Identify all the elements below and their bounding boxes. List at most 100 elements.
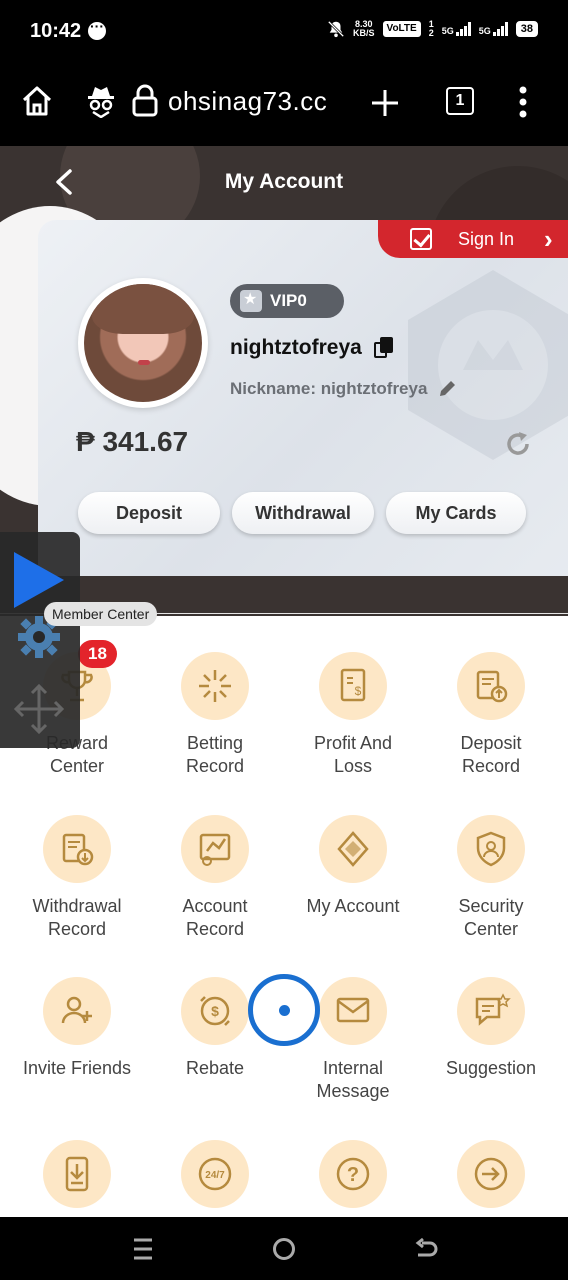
avatar[interactable]	[78, 278, 208, 408]
tile-label: Profit And Loss	[313, 733, 393, 776]
tab-switcher-button[interactable]: 1	[446, 87, 474, 115]
svg-text:$: $	[211, 1003, 219, 1019]
sim-indicator: 12	[429, 20, 434, 38]
system-nav-bar	[0, 1217, 568, 1280]
tile-label: Suggestion	[445, 1058, 537, 1078]
sign-in-button[interactable]: Sign In ›	[378, 220, 568, 258]
profit-icon: $	[319, 652, 387, 720]
tile-security-center[interactable]: Security Center	[422, 815, 560, 941]
volte-badge: VoLTE	[382, 21, 421, 37]
browser-toolbar: ohsinag73.cc 1	[0, 62, 568, 146]
member-center-label: Member Center	[44, 602, 158, 626]
notification-count-badge: 18	[78, 640, 117, 668]
tile-support[interactable]: 24/7	[146, 1140, 284, 1208]
vip-badge[interactable]: VIP0	[230, 284, 344, 318]
home-icon[interactable]	[20, 84, 54, 118]
tile-invite-friends[interactable]: Invite Friends	[8, 977, 146, 1080]
chat-notification-icon	[88, 18, 106, 40]
account-record-icon	[181, 815, 249, 883]
tile-label: Deposit Record	[460, 733, 522, 776]
svg-text:24/7: 24/7	[205, 1170, 225, 1181]
tile-account-record[interactable]: Account Record	[146, 815, 284, 941]
tile-help[interactable]: ?	[284, 1140, 422, 1208]
incognito-icon[interactable]	[86, 84, 116, 118]
status-bar: 10:42 8.30KB/S VoLTE 12 5G 5G 38	[0, 0, 568, 62]
tile-label: Invite Friends	[22, 1058, 132, 1078]
svg-text:$: $	[355, 684, 362, 698]
signal-bars-icon	[455, 22, 471, 36]
vip-star-icon	[240, 289, 262, 312]
mute-icon	[327, 20, 345, 38]
invite-icon	[43, 977, 111, 1045]
battery-icon: 38	[515, 21, 538, 37]
vip-medal-watermark-icon	[408, 270, 568, 460]
tile-withdrawal-record[interactable]: Withdrawal Record	[8, 815, 146, 941]
tile-logout[interactable]	[422, 1140, 560, 1208]
deposit-record-icon	[457, 652, 525, 720]
page-title: My Account	[224, 170, 344, 193]
signal-2-label: 5G	[478, 26, 491, 36]
more-menu-icon[interactable]	[516, 86, 530, 118]
floating-toolbar	[0, 532, 80, 748]
move-arrows-icon[interactable]	[12, 682, 66, 736]
tile-label: Internal Message	[316, 1058, 390, 1101]
status-time: 10:42	[30, 20, 82, 42]
balance-amount: ₱ 341.67	[76, 426, 189, 457]
username-row: nightztofreya	[230, 336, 394, 360]
rebate-icon: $	[181, 977, 249, 1045]
new-tab-icon[interactable]	[370, 88, 400, 118]
tile-profit-and-loss[interactable]: $ Profit And Loss	[284, 652, 422, 778]
tile-betting-record[interactable]: Betting Record	[146, 652, 284, 778]
floating-action-button[interactable]	[248, 974, 320, 1046]
tile-label: Account Record	[182, 896, 248, 939]
tile-deposit-record[interactable]: Deposit Record	[422, 652, 560, 778]
recent-apps-icon[interactable]	[132, 1237, 154, 1261]
network-speed: 8.30 KB/S	[353, 20, 375, 38]
home-nav-icon[interactable]	[272, 1237, 296, 1261]
tile-suggestion[interactable]: Suggestion	[422, 977, 560, 1080]
signal-1-label: 5G	[441, 26, 454, 36]
tile-my-account[interactable]: My Account	[284, 815, 422, 918]
support-24-7-icon: 24/7	[181, 1140, 249, 1208]
sign-in-label: Sign In	[458, 228, 515, 249]
signal-2: 5G	[479, 22, 508, 36]
checkin-icon	[410, 228, 432, 250]
svg-text:?: ?	[347, 1164, 359, 1186]
username: nightztofreya	[230, 336, 362, 359]
vip-label: VIP0	[270, 291, 307, 310]
withdrawal-button[interactable]: Withdrawal	[232, 492, 374, 534]
account-card: Sign In › VIP0 nightztofreya Nickname: n…	[38, 220, 568, 576]
sim-bottom: 2	[428, 28, 434, 38]
tile-label: My Account	[306, 896, 400, 916]
tile-label: Security Center	[458, 896, 524, 939]
logout-icon	[457, 1140, 525, 1208]
lock-icon[interactable]	[132, 84, 158, 118]
copy-icon[interactable]	[373, 337, 394, 359]
chevron-right-icon: ›	[544, 224, 553, 254]
my-account-icon	[319, 815, 387, 883]
tile-label: Withdrawal Record	[32, 896, 122, 939]
signal-1: 5G	[442, 22, 471, 36]
avatar-photo	[84, 284, 202, 402]
nickname-row: Nickname: nightztofreya	[230, 379, 457, 399]
tile-label: Rebate	[185, 1058, 245, 1078]
tile-download[interactable]	[8, 1140, 146, 1208]
signal-bars-icon	[492, 22, 508, 36]
url-field[interactable]: ohsinag73.cc	[168, 86, 327, 117]
back-nav-icon[interactable]	[414, 1237, 438, 1261]
help-icon: ?	[319, 1140, 387, 1208]
deposit-button[interactable]: Deposit	[78, 492, 220, 534]
withdrawal-record-icon	[43, 815, 111, 883]
nickname: Nickname: nightztofreya	[230, 379, 428, 398]
edit-pencil-icon[interactable]	[437, 379, 457, 399]
speed-unit: KB/S	[353, 28, 375, 38]
shield-icon	[457, 815, 525, 883]
my-cards-button[interactable]: My Cards	[386, 492, 526, 534]
message-icon	[319, 977, 387, 1045]
status-icons: 8.30 KB/S VoLTE 12 5G 5G 38	[327, 20, 538, 38]
play-icon[interactable]	[14, 552, 64, 608]
suggestion-icon	[457, 977, 525, 1045]
betting-icon	[181, 652, 249, 720]
refresh-icon[interactable]	[504, 430, 532, 458]
download-icon	[43, 1140, 111, 1208]
